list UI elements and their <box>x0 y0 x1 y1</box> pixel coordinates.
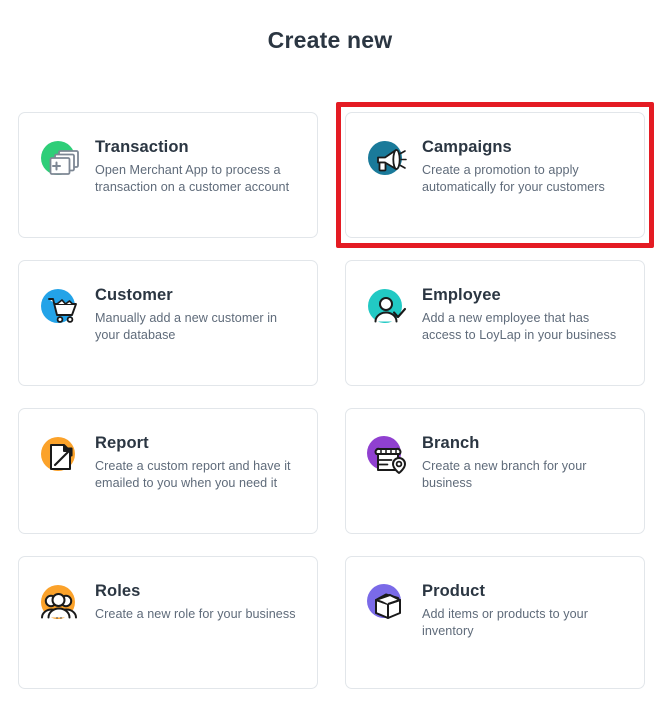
shopping-cart-icon <box>37 285 85 333</box>
card-description: Manually add a new customer in your data… <box>95 311 278 342</box>
create-card-product[interactable]: Product Add items or products to your in… <box>345 556 645 689</box>
create-card-customer[interactable]: Customer Manually add a new customer in … <box>18 260 318 386</box>
card-text: Customer Manually add a new customer in … <box>95 283 301 343</box>
card-text: Employee Add a new employee that has acc… <box>422 283 628 343</box>
card-text: Campaigns Create a promotion to apply au… <box>422 135 628 195</box>
document-arrow-icon <box>37 433 85 481</box>
page-title: Create new <box>267 27 393 53</box>
storefront-pin-icon <box>364 433 412 481</box>
card-description: Add items or products to your inventory <box>422 607 588 638</box>
card-title: Campaigns <box>422 138 512 156</box>
card-text: Product Add items or products to your in… <box>422 579 628 639</box>
create-card-report[interactable]: Report Create a custom report and have i… <box>18 408 318 534</box>
card-description: Create a new role for your business <box>95 607 296 621</box>
card-description: Open Merchant App to process a transacti… <box>95 163 290 194</box>
card-description: Create a promotion to apply automaticall… <box>422 163 605 194</box>
card-title: Employee <box>422 286 501 304</box>
card-text: Branch Create a new branch for your busi… <box>422 431 628 491</box>
card-description: Create a custom report and have it email… <box>95 459 291 490</box>
create-new-page: Create new Transaction Open Merchant App… <box>0 0 660 723</box>
card-text: Transaction Open Merchant App to process… <box>95 135 301 195</box>
create-card-roles[interactable]: Roles Create a new role for your busines… <box>18 556 318 689</box>
open-box-icon <box>364 581 412 629</box>
create-card-branch[interactable]: Branch Create a new branch for your busi… <box>345 408 645 534</box>
create-card-campaigns[interactable]: Campaigns Create a promotion to apply au… <box>336 102 654 248</box>
card-title: Roles <box>95 582 141 600</box>
card-text: Report Create a custom report and have i… <box>95 431 301 491</box>
card-title: Report <box>95 434 149 452</box>
card-description: Add a new employee that has access to Lo… <box>422 311 617 342</box>
card-title: Transaction <box>95 138 189 156</box>
stacked-cards-plus-icon <box>37 137 85 185</box>
people-group-icon <box>37 581 85 629</box>
card-text: Roles Create a new role for your busines… <box>95 579 301 623</box>
create-card-employee[interactable]: Employee Add a new employee that has acc… <box>345 260 645 386</box>
card-title: Product <box>422 582 486 600</box>
card-title: Customer <box>95 286 173 304</box>
card-title: Branch <box>422 434 480 452</box>
create-card-transaction[interactable]: Transaction Open Merchant App to process… <box>18 112 318 238</box>
card-description: Create a new branch for your business <box>422 459 587 490</box>
create-new-card-grid: Transaction Open Merchant App to process… <box>18 102 654 689</box>
megaphone-icon <box>364 137 412 185</box>
person-check-icon <box>364 285 412 333</box>
